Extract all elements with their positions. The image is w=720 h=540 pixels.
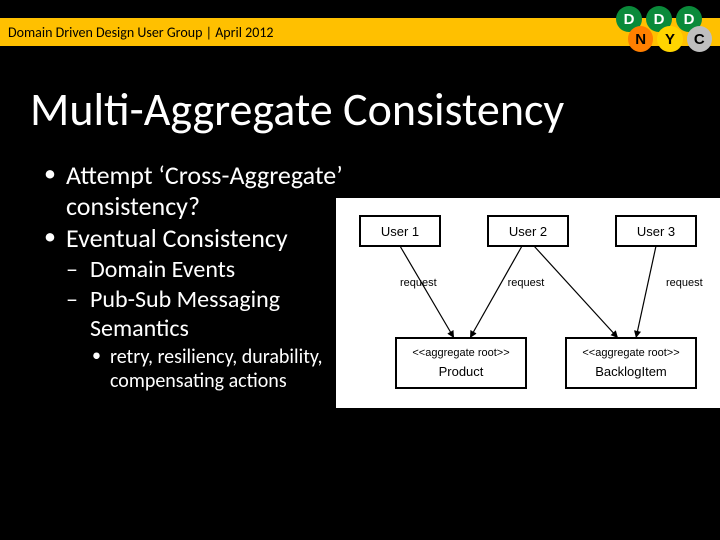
header-text: Domain Driven Design User Group | April …: [8, 24, 274, 41]
bullet-domain-events: Domain Events: [66, 256, 380, 284]
logo-c-icon: C: [687, 26, 712, 52]
page-title: Multi-Aggregate Consistency: [30, 82, 564, 138]
bullet-pubsub-label: Pub-Sub Messaging Semantics: [90, 285, 280, 342]
diagram-stereo2: <<aggregate root>>: [582, 347, 679, 359]
diagram-user2: User 2: [509, 224, 547, 239]
logo-n-icon: N: [628, 26, 653, 52]
diagram-agg-product: Product: [439, 364, 484, 379]
diagram-agg-backlog: BacklogItem: [595, 364, 667, 379]
logo-y-icon: Y: [657, 26, 682, 52]
diagram-stereo1: <<aggregate root>>: [412, 347, 509, 359]
bullet-cross-aggregate: Attempt ‘Cross-Aggregate’ consistency?: [40, 160, 380, 221]
diagram-user3: User 3: [637, 224, 675, 239]
diagram-user1: User 1: [381, 224, 419, 239]
diagram-req3: request: [666, 277, 703, 289]
bullet-eventual-consistency: Eventual Consistency Domain Events Pub-S…: [40, 223, 380, 393]
aggregate-diagram: User 1 User 2 User 3 <<aggregate root>> …: [336, 198, 720, 408]
logo-ddd-nyc: D D D N Y C: [604, 6, 714, 62]
bullet-eventual-consistency-label: Eventual Consistency: [66, 222, 288, 254]
diagram-req1: request: [400, 277, 437, 289]
bullet-pubsub: Pub-Sub Messaging Semantics retry, resil…: [66, 286, 380, 393]
diagram-req2: request: [508, 277, 545, 289]
body-text: Attempt ‘Cross-Aggregate’ consistency? E…: [40, 160, 380, 395]
